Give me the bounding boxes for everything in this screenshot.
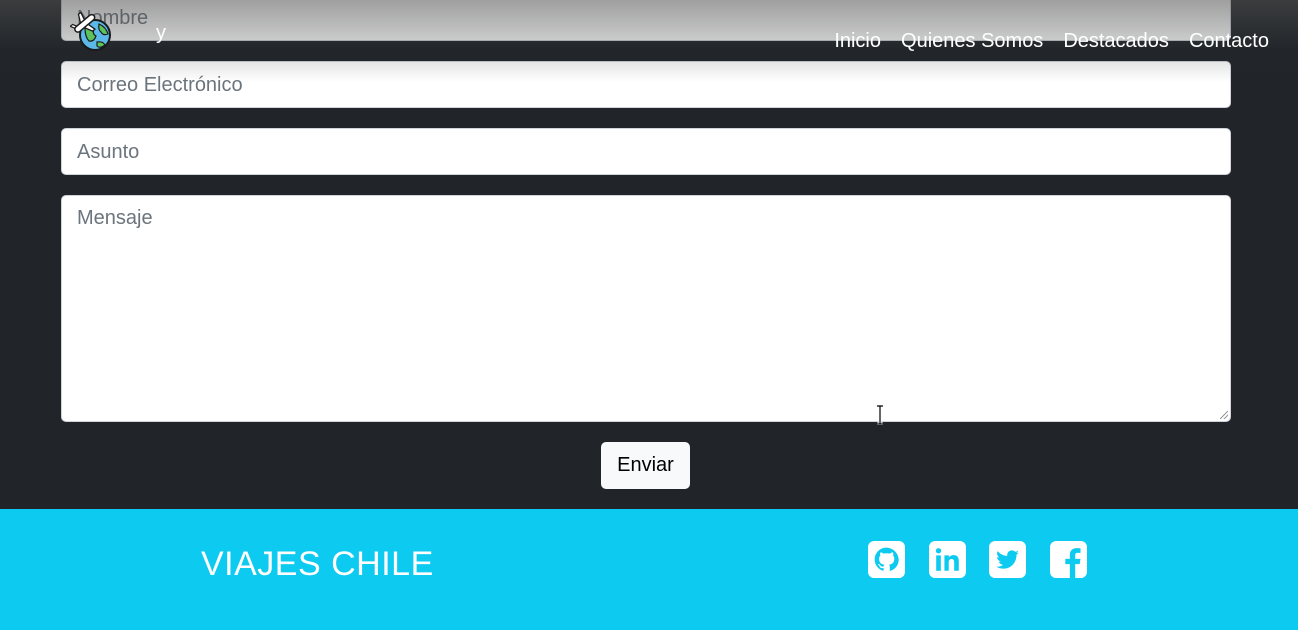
- facebook-icon[interactable]: [1050, 541, 1087, 578]
- nav-link-contacto[interactable]: Contacto: [1189, 30, 1269, 52]
- subject-input[interactable]: Asunto: [61, 128, 1231, 175]
- footer-title: VIAJES CHILE: [201, 545, 434, 583]
- logo-icon[interactable]: [69, 11, 114, 52]
- github-icon[interactable]: [868, 541, 905, 578]
- message-textarea[interactable]: Mensaje: [61, 195, 1231, 422]
- contact-section: Nombre Correo Electrónico Asunto Mensaje…: [0, 0, 1298, 509]
- twitter-icon[interactable]: [989, 541, 1026, 578]
- resize-grip-icon[interactable]: [1220, 411, 1228, 419]
- nav-link-quienes-somos[interactable]: Quienes Somos: [901, 30, 1043, 52]
- email-input[interactable]: Correo Electrónico: [61, 61, 1231, 108]
- footer: VIAJES CHILE: [0, 509, 1298, 630]
- send-button[interactable]: Enviar: [601, 442, 690, 489]
- text-cursor-icon: [877, 405, 883, 425]
- nav-link-inicio[interactable]: Inicio: [834, 30, 881, 52]
- brand-name[interactable]: y: [156, 22, 166, 45]
- message-placeholder: Mensaje: [77, 207, 153, 229]
- linkedin-icon[interactable]: [929, 541, 966, 578]
- nav-link-destacados[interactable]: Destacados: [1063, 30, 1169, 52]
- nav-links: Inicio Quienes Somos Destacados Contacto: [834, 30, 1269, 52]
